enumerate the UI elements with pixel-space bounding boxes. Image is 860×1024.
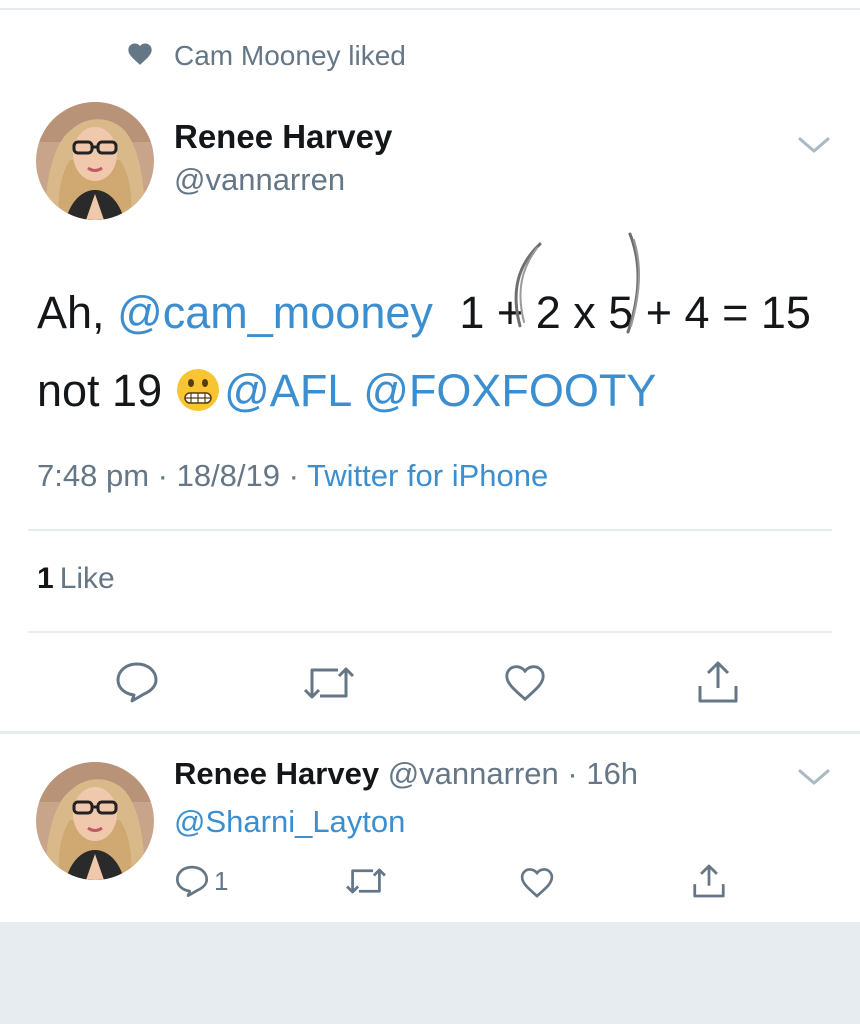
reply-author-avatar[interactable] bbox=[36, 762, 154, 880]
retweet-icon bbox=[303, 667, 355, 699]
chevron-down-icon[interactable] bbox=[797, 134, 831, 156]
reply-icon bbox=[175, 865, 209, 898]
reply-author-handle[interactable]: @vannarren bbox=[388, 756, 559, 791]
author-name[interactable]: Renee Harvey bbox=[174, 118, 392, 156]
author-handle[interactable]: @vannarren bbox=[174, 162, 345, 198]
share-icon bbox=[698, 661, 738, 703]
divider bbox=[28, 529, 832, 531]
grimacing-face-emoji bbox=[176, 368, 220, 412]
reply-like-button[interactable] bbox=[518, 864, 556, 900]
reply-share-button[interactable] bbox=[690, 862, 728, 900]
like-icon bbox=[520, 868, 554, 898]
mention-cam-mooney[interactable]: @cam_mooney bbox=[117, 287, 433, 338]
reply-author-name[interactable]: Renee Harvey bbox=[174, 756, 379, 791]
tweet-date[interactable]: 18/8/19 bbox=[177, 458, 280, 493]
tweet-text: Ah, @cam_mooney 1 + 2 x 5 + 4 = 15 not 1… bbox=[37, 274, 837, 430]
likes-summary[interactable]: 1 Like bbox=[37, 562, 115, 596]
reply-icon bbox=[116, 662, 158, 703]
section-separator bbox=[0, 731, 860, 734]
tweet-meta: 7:48 pm · 18/8/19 · Twitter for iPhone bbox=[37, 458, 549, 493]
tweet-text-prefix: Ah, bbox=[37, 287, 105, 338]
tweet-equation: 1 + 2 x 5 + 4 = 15 bbox=[459, 287, 811, 338]
retweet-icon bbox=[346, 868, 386, 894]
author-avatar[interactable] bbox=[36, 102, 154, 220]
social-context-label[interactable]: Cam Mooney liked bbox=[174, 40, 406, 72]
mention-foxfooty[interactable]: @FOXFOOTY bbox=[363, 365, 656, 416]
retweet-button[interactable] bbox=[302, 664, 356, 702]
share-button[interactable] bbox=[694, 658, 742, 706]
reply-mention-sharni[interactable]: @Sharni_Layton bbox=[174, 804, 405, 840]
reply-header: Renee Harvey @vannarren · 16h bbox=[174, 756, 639, 791]
likes-count: 1 bbox=[37, 562, 54, 595]
divider bbox=[28, 631, 832, 633]
reply-reply-button[interactable]: 1 bbox=[174, 864, 228, 898]
tweet-source[interactable]: Twitter for iPhone bbox=[307, 458, 548, 493]
mention-afl[interactable]: @AFL bbox=[224, 365, 351, 416]
reply-time[interactable]: 16h bbox=[586, 756, 638, 791]
tweet-time[interactable]: 7:48 pm bbox=[37, 458, 149, 493]
like-button[interactable] bbox=[502, 660, 548, 704]
reply-retweet-button[interactable] bbox=[344, 866, 388, 896]
social-context: Cam Mooney liked bbox=[126, 38, 406, 74]
reply-count: 1 bbox=[214, 865, 229, 896]
chevron-down-icon[interactable] bbox=[797, 766, 831, 788]
heart-icon bbox=[126, 40, 154, 73]
likes-label: Like bbox=[59, 562, 115, 595]
reply-button[interactable] bbox=[114, 660, 160, 704]
share-icon bbox=[693, 864, 725, 898]
tweet-text-not: not 19 bbox=[37, 365, 163, 416]
top-divider bbox=[0, 8, 860, 10]
like-icon bbox=[505, 665, 545, 702]
footer-background bbox=[0, 922, 860, 1024]
